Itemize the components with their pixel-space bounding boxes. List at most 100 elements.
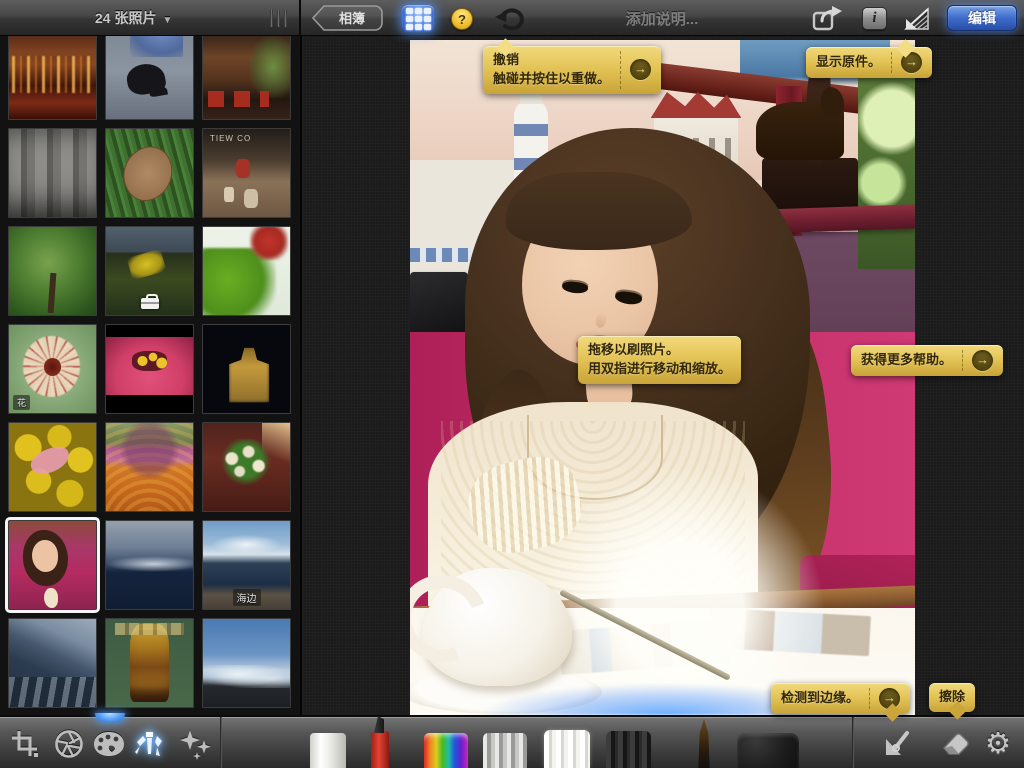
tooltip-show-original-text: 显示原件。 [816, 53, 881, 72]
help-button[interactable]: ? [451, 8, 473, 30]
iphoto-app-window: 花 海边 [0, 0, 1024, 768]
thumbnail-bar-bottles[interactable] [8, 36, 97, 120]
thumbnail-pink-flower[interactable] [105, 324, 194, 414]
brush-lighten[interactable] [544, 730, 590, 768]
thumbnail-white-bouquet[interactable] [202, 422, 291, 512]
tooltip-divider [962, 350, 963, 371]
share-button[interactable] [812, 5, 842, 32]
photo-region-bangs [506, 172, 692, 250]
tooltip-drag-brush: 拖移以刷照片。 用双指进行移动和缩放。 [578, 336, 741, 384]
tooltip-edge-text: 检测到边缘。 [781, 689, 859, 708]
aperture-icon [54, 729, 84, 759]
crop-tool-button[interactable] [6, 725, 44, 763]
panel-indicator-notch [95, 713, 125, 722]
brush-darken[interactable] [606, 731, 651, 768]
effects-tool-button[interactable] [176, 725, 214, 763]
seaside-badge: 海边 [233, 589, 261, 606]
photo-region-dog-statue [756, 102, 844, 160]
tooltip-divider [891, 52, 892, 73]
brush-repair[interactable] [310, 733, 346, 768]
sparkles-icon [177, 728, 213, 760]
info-button[interactable]: i [862, 7, 887, 30]
tooltip-divider [869, 688, 870, 709]
grid-view-button[interactable] [402, 5, 434, 32]
tooltip-more-help-text: 获得更多帮助。 [861, 351, 952, 370]
tooltip-more-help: 获得更多帮助。 → [851, 345, 1003, 376]
thumbnail-red-and-green-leaves[interactable] [202, 226, 291, 316]
brush-saturate[interactable] [424, 733, 468, 768]
brushes-tool-button-selected[interactable] [130, 725, 168, 763]
thumbnail-storefront[interactable] [202, 36, 291, 120]
top-toolbar: 24 张照片 ▼ 相簿 ? 添加说明... [0, 0, 1024, 36]
tooltip-more-arrow-button[interactable]: → [879, 688, 900, 709]
flower-badge: 花 [13, 395, 30, 410]
gear-icon: ⚙ [985, 726, 1011, 761]
thumbnail-yellow-flowers-window[interactable] [105, 226, 194, 316]
album-back-label: 相簿 [339, 11, 365, 26]
photo-count-dropdown[interactable]: 24 张照片 ▼ [95, 8, 172, 28]
edit-button[interactable]: 编辑 [947, 5, 1017, 31]
edited-badge-icon [141, 298, 159, 309]
thumbnail-grid: 花 海边 [8, 36, 291, 708]
tooltip-show-original: 显示原件。 → [806, 47, 932, 78]
detect-edges-button[interactable] [880, 723, 920, 763]
toolbar-divider [220, 717, 222, 768]
help-label: ? [458, 12, 466, 27]
edit-label: 编辑 [968, 8, 996, 28]
thumbnail-dark-lake[interactable] [105, 520, 194, 610]
tooltip-more-arrow-button[interactable]: → [901, 52, 922, 73]
thumbnail-blackbird[interactable] [105, 36, 194, 120]
thumbnail-green-tree[interactable] [8, 226, 97, 316]
tooltip-undo-title: 撤销 [493, 51, 610, 70]
thumbnail-girl-portrait-selected[interactable] [8, 520, 97, 610]
eraser-button[interactable] [936, 723, 976, 763]
tooltip-drag-line1: 拖移以刷照片。 [588, 341, 731, 360]
tooltip-edge-detected: 检测到边缘。 → [771, 683, 910, 714]
photo-region-statue-base [762, 158, 858, 210]
caption-placeholder: 添加说明... [626, 11, 699, 28]
photo-region-window-foliage [858, 54, 915, 269]
undo-button[interactable] [494, 5, 526, 33]
toolbar-divider [852, 717, 854, 768]
thumbnail-samurai-armor[interactable] [105, 618, 194, 708]
album-back-button[interactable]: 相簿 [310, 4, 384, 32]
info-glyph: i [872, 10, 876, 27]
tooltip-divider [620, 51, 621, 89]
thumbnail-pane-header: 24 张照片 ▼ [0, 0, 301, 36]
crop-icon [11, 730, 39, 758]
exposure-tool-button[interactable] [50, 725, 88, 763]
thumbnail-leaf-on-grass[interactable] [105, 128, 194, 218]
caption-input[interactable]: 添加说明... [540, 8, 784, 29]
thumbnail-sky-towers[interactable] [202, 618, 291, 708]
pane-grip-icon[interactable] [270, 9, 294, 27]
tooltip-more-arrow-button[interactable]: → [972, 350, 993, 371]
thumbnail-spiky-flower[interactable]: 花 [8, 324, 97, 414]
thumbnail-night-building[interactable] [202, 324, 291, 414]
thumbnail-yellow-chrysanthemums[interactable] [8, 422, 97, 512]
photo-count-label: 24 张照片 [95, 10, 156, 26]
tooltip-undo-body: 触碰并按住以重做。 [493, 70, 610, 89]
detect-edges-icon [883, 727, 917, 759]
tooltip-erase-text: 擦除 [939, 688, 965, 707]
brush-red-eye[interactable] [371, 731, 389, 768]
tooltip-undo: 撤销 触碰并按住以重做。 → [483, 46, 661, 94]
brushes-icon [131, 728, 167, 760]
tooltip-more-arrow-button[interactable]: → [630, 59, 651, 80]
brush-desaturate[interactable] [483, 733, 527, 768]
share-icon [812, 5, 842, 32]
chevron-down-icon: ▼ [162, 15, 172, 26]
thumbnail-pane[interactable]: 花 海边 [0, 36, 302, 715]
eraser-icon [940, 729, 972, 757]
show-original-button[interactable] [903, 6, 931, 32]
brush-soften[interactable] [737, 733, 799, 768]
brush-settings-button[interactable]: ⚙ [978, 723, 1018, 763]
thumbnail-building-columns[interactable] [8, 128, 97, 218]
thumbnail-mannequins[interactable] [202, 128, 291, 218]
thumbnail-flower-mound[interactable] [105, 422, 194, 512]
compare-pages-icon [903, 6, 931, 32]
palette-icon [92, 729, 126, 759]
undo-icon [494, 5, 526, 33]
color-tool-button[interactable] [90, 725, 128, 763]
thumbnail-seaside[interactable]: 海边 [202, 520, 291, 610]
thumbnail-rocky-shore[interactable] [8, 618, 97, 708]
